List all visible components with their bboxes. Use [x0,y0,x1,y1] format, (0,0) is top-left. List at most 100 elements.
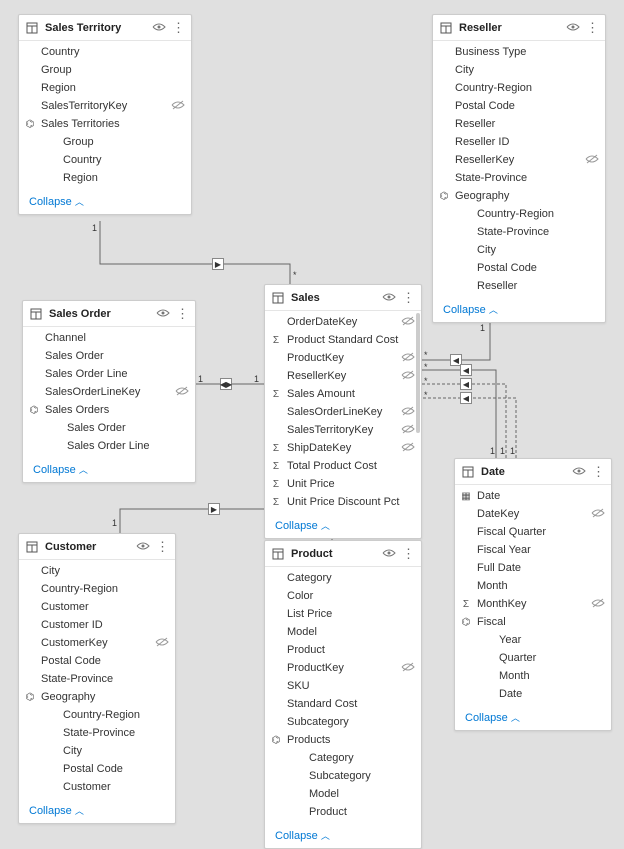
field-row[interactable]: ΣProduct Standard Cost [265,331,421,349]
more-options-icon[interactable]: ⋮ [592,464,605,480]
field-row[interactable]: Reseller [433,277,605,295]
table-header[interactable]: Sales Order⋮ [23,301,195,327]
table-sales-territory[interactable]: Sales Territory⋮CountryGroupRegionSalesT… [18,14,192,215]
collapse-link[interactable]: Collapse ︿ [275,830,330,842]
field-row[interactable]: Full Date [455,559,611,577]
table-header[interactable]: Date⋮ [455,459,611,485]
field-row[interactable]: ΣUnit Price Discount Pct [265,493,421,511]
visibility-icon[interactable] [382,546,396,561]
field-row[interactable]: ▦Date [455,487,611,505]
field-row[interactable]: Customer ID [19,616,175,634]
field-row[interactable]: Model [265,785,421,803]
field-row[interactable]: ΣUnit Price [265,475,421,493]
field-row[interactable]: State-Province [19,670,175,688]
field-row[interactable]: ΣSales Amount [265,385,421,403]
field-row[interactable]: DateKey [455,505,611,523]
field-row[interactable]: ⌬Sales Territories [19,115,191,133]
collapse-link[interactable]: Collapse ︿ [29,805,84,817]
field-row[interactable]: CustomerKey [19,634,175,652]
field-row[interactable]: Month [455,577,611,595]
field-row[interactable]: Fiscal Quarter [455,523,611,541]
table-header[interactable]: Sales⋮ [265,285,421,311]
field-row[interactable]: State-Province [433,169,605,187]
table-sales-order[interactable]: Sales Order⋮ChannelSales OrderSales Orde… [22,300,196,483]
field-row[interactable]: SalesTerritoryKey [19,97,191,115]
field-row[interactable]: Reseller [433,115,605,133]
field-row[interactable]: Sales Order Line [23,365,195,383]
visibility-icon[interactable] [382,290,396,305]
table-header[interactable]: Product⋮ [265,541,421,567]
table-header[interactable]: Sales Territory⋮ [19,15,191,41]
field-row[interactable]: Country-Region [19,706,175,724]
field-row[interactable]: Postal Code [433,97,605,115]
field-row[interactable]: Category [265,569,421,587]
more-options-icon[interactable]: ⋮ [402,546,415,562]
field-row[interactable]: Product [265,641,421,659]
field-row[interactable]: ⌬Sales Orders [23,401,195,419]
field-row[interactable]: OrderDateKey [265,313,421,331]
table-header[interactable]: Reseller⋮ [433,15,605,41]
field-row[interactable]: Product [265,803,421,821]
field-row[interactable]: ProductKey [265,659,421,677]
field-row[interactable]: ResellerKey [265,367,421,385]
field-row[interactable]: Standard Cost [265,695,421,713]
scrollbar[interactable] [416,313,420,483]
field-row[interactable]: Sales Order [23,419,195,437]
field-row[interactable]: Quarter [455,649,611,667]
field-row[interactable]: SKU [265,677,421,695]
table-customer[interactable]: Customer⋮CityCountry-RegionCustomerCusto… [18,533,176,824]
field-row[interactable]: Category [265,749,421,767]
more-options-icon[interactable]: ⋮ [172,20,185,36]
field-row[interactable]: ResellerKey [433,151,605,169]
field-row[interactable]: Postal Code [433,259,605,277]
field-row[interactable]: Sales Order Line [23,437,195,455]
field-row[interactable]: ⌬Products [265,731,421,749]
field-row[interactable]: Channel [23,329,195,347]
visibility-icon[interactable] [152,20,166,35]
table-product[interactable]: Product⋮CategoryColorList PriceModelProd… [264,540,422,849]
field-row[interactable]: Year [455,631,611,649]
field-row[interactable]: ΣMonthKey [455,595,611,613]
more-options-icon[interactable]: ⋮ [402,290,415,306]
field-row[interactable]: Postal Code [19,652,175,670]
field-row[interactable]: Country-Region [433,205,605,223]
field-row[interactable]: Color [265,587,421,605]
visibility-icon[interactable] [136,539,150,554]
field-row[interactable]: ΣShipDateKey [265,439,421,457]
field-row[interactable]: City [433,61,605,79]
more-options-icon[interactable]: ⋮ [156,539,169,555]
field-row[interactable]: Fiscal Year [455,541,611,559]
field-row[interactable]: SalesOrderLineKey [23,383,195,401]
field-row[interactable]: SalesTerritoryKey [265,421,421,439]
field-row[interactable]: ProductKey [265,349,421,367]
field-row[interactable]: Customer [19,598,175,616]
collapse-link[interactable]: Collapse ︿ [443,304,498,316]
field-row[interactable]: Region [19,169,191,187]
field-row[interactable]: SalesOrderLineKey [265,403,421,421]
field-row[interactable]: Model [265,623,421,641]
field-row[interactable]: Group [19,133,191,151]
field-row[interactable]: State-Province [433,223,605,241]
field-row[interactable]: Country [19,43,191,61]
field-row[interactable]: Country-Region [19,580,175,598]
visibility-icon[interactable] [572,464,586,479]
field-row[interactable]: Country-Region [433,79,605,97]
field-row[interactable]: City [19,742,175,760]
field-row[interactable]: Postal Code [19,760,175,778]
field-row[interactable]: City [19,562,175,580]
table-sales[interactable]: Sales⋮ OrderDateKeyΣProduct Standard Cost… [264,284,422,539]
collapse-link[interactable]: Collapse ︿ [29,196,84,208]
table-header[interactable]: Customer⋮ [19,534,175,560]
more-options-icon[interactable]: ⋮ [586,20,599,36]
field-row[interactable]: Region [19,79,191,97]
field-row[interactable]: State-Province [19,724,175,742]
field-row[interactable]: Sales Order [23,347,195,365]
field-row[interactable]: Subcategory [265,713,421,731]
field-row[interactable]: Reseller ID [433,133,605,151]
table-date[interactable]: Date⋮ ▦DateDateKeyFiscal QuarterFiscal Ye… [454,458,612,731]
field-row[interactable]: ⌬Fiscal [455,613,611,631]
field-row[interactable]: ΣTotal Product Cost [265,457,421,475]
field-row[interactable]: Group [19,61,191,79]
field-row[interactable]: Subcategory [265,767,421,785]
collapse-link[interactable]: Collapse ︿ [275,520,330,532]
